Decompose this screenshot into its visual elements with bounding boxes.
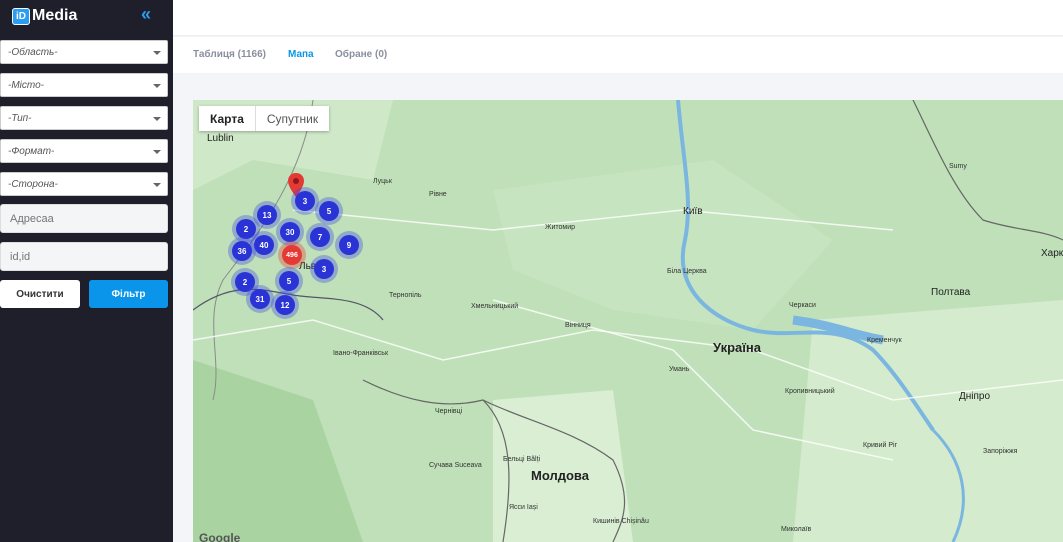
map-label-lublin: Lublin [207,133,234,144]
map-cluster[interactable]: 2 [236,219,256,239]
map-cluster[interactable]: 7 [310,227,330,247]
filter-button[interactable]: Фільтр [89,280,168,308]
chevron-down-icon [153,183,161,187]
map-label-ukraine: Україна [713,340,762,355]
map-label-bila-tserkva: Біла Церква [667,268,707,275]
chevron-down-icon [153,117,161,121]
map-label-khmelnytskyi: Хмельницький [471,303,519,310]
map-cluster[interactable]: 9 [339,235,359,255]
map-label-kropyvnytskyi: Кропивницький [785,388,835,395]
map-cluster[interactable]: 12 [275,295,295,315]
side-select-value: -Сторона- [8,179,58,190]
side-select[interactable]: -Сторона- [0,172,168,196]
map-label-zhytomyr: Житомир [545,224,576,231]
map-cluster[interactable]: 30 [280,222,300,242]
map-cluster[interactable]: 31 [250,289,270,309]
map-type-toggle: Карта Супутник [199,106,330,131]
format-select-value: -Формат- [8,146,55,157]
map-label-vinnytsia: Вінниця [565,322,591,329]
tab-map[interactable]: Мапа [288,49,314,60]
map-cluster[interactable]: 5 [279,271,299,291]
region-select[interactable]: -Область- [0,40,168,64]
sidebar: iD Media « -Область- -Місто- -Тип- -Форм… [0,0,173,542]
city-select[interactable]: -Місто- [0,73,168,97]
logo-icon: iD [12,7,30,25]
map-label-zaporizhzhia: Запоріжжя [983,448,1018,455]
google-logo: Google [199,531,241,542]
map-cluster[interactable]: 3 [314,259,334,279]
chevron-down-icon [153,84,161,88]
format-select[interactable]: -Формат- [0,139,168,163]
region-select-value: -Область- [8,47,58,58]
map-cluster[interactable]: 2 [235,272,255,292]
map-label-kremenchuk: Кременчук [867,337,902,344]
id-input[interactable] [0,242,168,271]
map-label-chisinau: Кишинів Chișinău [593,518,649,525]
logo[interactable]: iD Media [12,6,77,26]
clear-button[interactable]: Очистити [0,280,80,308]
satellite-view-button[interactable]: Супутник [256,106,329,131]
map-label-ivano-frankivsk: Івано-Франківськ [333,350,389,357]
map-cluster[interactable]: 36 [232,241,252,261]
logo-text: Media [32,7,78,24]
map-label-lutsk: Луцьк [373,178,392,185]
map-label-kryvyi-rih: Кривий Ріг [863,442,898,449]
tab-table[interactable]: Таблиця (1166) [193,49,266,60]
map-cluster[interactable]: 13 [257,205,277,225]
map-label-balti: Бельці Bălți [503,456,541,463]
chevron-down-icon [153,150,161,154]
map-label-mykolaiv: Миколаїв [781,526,812,533]
map-background [193,100,1063,542]
map-view-button[interactable]: Карта [199,106,256,131]
map-cluster[interactable]: 5 [319,201,339,221]
map-label-iasi: Ясси Iași [509,504,538,511]
map-label-kyiv: Київ [683,206,703,217]
type-select[interactable]: -Тип- [0,106,168,130]
address-input[interactable] [0,204,168,233]
tab-favorites[interactable]: Обране (0) [335,49,387,60]
map-cluster-hot[interactable]: 496 [282,245,302,265]
collapse-sidebar-icon[interactable]: « [141,4,151,25]
type-select-value: -Тип- [8,113,32,124]
map-label-uman: Умань [669,366,690,373]
view-tabs: Таблиця (1166) Мапа Обране (0) [173,37,1063,73]
map-cluster[interactable]: 40 [254,235,274,255]
map-canvas[interactable]: Україна Молдова Київ Льв Луцьк Рівне Жит… [193,100,1063,542]
map-label-poltava: Полтава [931,287,971,298]
map-label-suceava: Сучава Suceava [429,462,482,469]
map-label-chernivtsi: Чернівці [435,408,463,415]
map-label-khark: Харк [1041,248,1063,259]
map-label-ternopil: Тернопіль [389,292,422,299]
top-bar [173,0,1063,36]
city-select-value: -Місто- [8,80,44,91]
map-label-moldova: Молдова [531,468,589,483]
map-label-sumy: Sumy [949,163,967,170]
map-label-cherkasy: Черкаси [789,302,816,309]
map-cluster[interactable]: 3 [295,191,315,211]
map-label-rivne: Рівне [429,191,447,198]
map-label-dnipro: Дніпро [959,391,991,402]
chevron-down-icon [153,51,161,55]
